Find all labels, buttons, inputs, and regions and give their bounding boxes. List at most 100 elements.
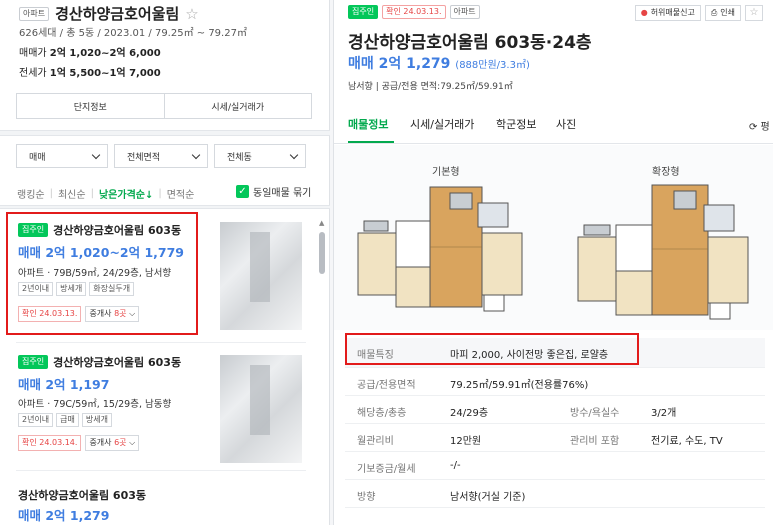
detail-badges: 집주인 확인 24.03.13. 아파트: [348, 5, 480, 19]
table-row: 해당층/총층 24/29층 방수/욕실수 3/2개: [345, 396, 765, 424]
listing-item[interactable]: 경산하양금호어울림 603동 매매 2억 1,279: [6, 472, 316, 525]
row-label: 관리비 포함: [570, 436, 620, 447]
sort-area[interactable]: 면적순: [167, 186, 195, 201]
complex-button-row: 단지정보 시세/실거래가: [16, 93, 312, 119]
table-row: 공급/전용면적 79.25㎡/59.91㎡(전용률76%): [345, 368, 765, 396]
detail-tabs: 매물정보 시세/실거래가 학군정보 사진 ⟳ 평: [334, 104, 773, 144]
owner-badge: 집주인: [18, 355, 49, 369]
print-label: 인쇄: [720, 8, 735, 17]
listing-title-row: 경산하양금호어울림 603동: [18, 487, 146, 503]
price-history-button[interactable]: 시세/실거래가: [163, 94, 312, 118]
report-label: 허위매물신고: [650, 8, 695, 17]
building-select[interactable]: 전체동: [214, 144, 306, 168]
divider: [16, 470, 306, 471]
floor-plan-basic[interactable]: [357, 186, 523, 312]
building-value: 전체동: [227, 152, 252, 163]
table-row: 방향 남서향(거실 기준): [345, 480, 765, 508]
complex-panel: 아파트 경산하양금호어울림 ☆ 626세대 / 총 5동 / 2023.01 /…: [0, 0, 330, 525]
owner-badge: 집주인: [348, 5, 379, 19]
complex-name: 경산하양금호어울림: [55, 5, 180, 23]
detail-price-value: 매매 2억 1,279: [348, 56, 451, 72]
tab-photos[interactable]: 사진: [556, 116, 576, 132]
trade-type-select[interactable]: 매매: [16, 144, 108, 168]
detail-actions: ● 허위매물신고 ⎙ 인쇄 ☆: [634, 5, 763, 21]
row-label: 방향: [357, 492, 376, 503]
row-value: 12만원: [450, 436, 482, 447]
print-button[interactable]: ⎙ 인쇄: [704, 5, 741, 21]
agent-label: 중개사: [89, 438, 115, 447]
tab-listing-info[interactable]: 매물정보: [348, 116, 388, 132]
report-button[interactable]: ● 허위매물신고: [634, 5, 701, 21]
divider: [0, 130, 330, 136]
row-value: 남서향(거실 기준): [450, 492, 526, 503]
row-value: 79.25㎡/59.91㎡(전용률76%): [450, 380, 589, 391]
row-value: -/-: [450, 460, 461, 471]
tab-price-history[interactable]: 시세/실거래가: [410, 116, 474, 132]
page: 아파트 경산하양금호어울림 ☆ 626세대 / 총 5동 / 2023.01 /…: [0, 0, 773, 525]
sort-ranking[interactable]: 랭킹순: [17, 186, 45, 201]
sort-separator: |: [90, 188, 94, 199]
same-listing-label: 동일매물 묶기: [253, 188, 312, 199]
listing-item[interactable]: 집주인 경산하양금호어울림 603동 매매 2억 1,197 아파트 · 79C…: [6, 343, 316, 471]
chevron-down-icon: ⌵: [129, 438, 136, 447]
sort-separator: |: [158, 188, 162, 199]
sale-price-label: 매매가: [19, 48, 47, 59]
checkbox-checked-icon[interactable]: ✓: [236, 185, 249, 198]
listing-title: 경산하양금호어울림 603동: [18, 489, 146, 502]
agent-count: 6곳: [114, 438, 127, 447]
row-label: 월관리비: [357, 436, 394, 447]
listing-footer: 확인 24.03.14. 중개사 6곳 ⌵: [18, 435, 140, 451]
same-listing-toggle[interactable]: ✓ 동일매물 묶기: [236, 184, 311, 199]
listing-tag: 2년이내: [18, 413, 54, 427]
confirm-date: 확인 24.03.14.: [18, 435, 82, 451]
row-label: 기보증금/월세: [357, 464, 416, 475]
highlight-box: [6, 212, 198, 335]
sort-latest[interactable]: 최신순: [58, 186, 86, 201]
trade-type-value: 매매: [29, 152, 46, 163]
listing-title: 경산하양금호어울림 603동: [53, 356, 182, 369]
floor-plan-drawings[interactable]: [334, 145, 773, 330]
table-row: 월관리비 12만원 관리비 포함 전기료, 수도, TV: [345, 424, 765, 452]
scrollbar-thumb[interactable]: [319, 232, 325, 274]
floor-plan-extended[interactable]: [577, 184, 749, 320]
listing-tag: 급매: [56, 413, 79, 427]
complex-info-button[interactable]: 단지정보: [17, 94, 164, 118]
printer-icon: ⎙: [710, 8, 718, 17]
price-per-area: (888만원/3.3㎡): [455, 60, 530, 71]
tab-school-info[interactable]: 학군정보: [496, 116, 536, 132]
listing-price: 매매 2억 1,197: [18, 377, 110, 392]
detail-price: 매매 2억 1,279 (888만원/3.3㎡): [348, 53, 530, 73]
detail-summary: 남서향 | 공급/전용 면적:79.25㎡/59.91㎡: [348, 82, 513, 92]
filter-row: 매매 전체면적 전체동: [16, 144, 306, 168]
detail-title: 경산하양금호어울림 603동·24층: [348, 33, 592, 53]
favorite-star-icon[interactable]: ☆: [185, 5, 198, 23]
row-value: 24/29층: [450, 408, 489, 419]
row-value: 3/2개: [651, 408, 677, 419]
sale-price-value: 2억 1,020~2억 6,000: [49, 48, 161, 59]
table-row: 기보증금/월세 -/-: [345, 452, 765, 480]
listing-photo[interactable]: [220, 222, 302, 330]
favorite-star-icon[interactable]: ☆: [745, 5, 763, 21]
chevron-down-icon: [289, 150, 299, 159]
listing-detail-panel: 집주인 확인 24.03.13. 아파트 ● 허위매물신고 ⎙ 인쇄 ☆ 경산하양금…: [333, 0, 773, 525]
row-label: 방수/욕실수: [570, 408, 620, 419]
area-select[interactable]: 전체면적: [114, 144, 208, 168]
row-label: 해당층/총층: [357, 408, 407, 419]
apt-type-tag: 아파트: [19, 6, 50, 21]
listing-tags: 2년이내 급매 방세개: [18, 413, 112, 427]
listing-title-row: 집주인 경산하양금호어울림 603동: [18, 354, 181, 370]
agent-count-button[interactable]: 중개사 6곳 ⌵: [85, 435, 140, 451]
listing-photo[interactable]: [220, 355, 302, 463]
sort-row: 랭킹순 | 최신순 | 낮은가격순↓ | 면적순: [17, 186, 194, 201]
chevron-down-icon: [91, 150, 101, 159]
listing-price: 매매 2억 1,279: [18, 508, 110, 523]
scroll-up-icon[interactable]: ▲: [319, 219, 324, 227]
rent-price-value: 1억 5,500~1억 7,000: [49, 68, 161, 79]
area-value: 전체면적: [127, 152, 161, 163]
active-tab-indicator: [348, 141, 394, 143]
listing-info: 아파트 · 79C/59㎡, 15/29층, 남동향: [18, 399, 172, 410]
floor-plans: 기본형 확장형: [334, 145, 773, 330]
refresh-button[interactable]: ⟳ 평: [749, 118, 770, 133]
sale-price-line: 매매가 2억 1,020~2억 6,000: [19, 44, 161, 59]
sort-low-price[interactable]: 낮은가격순↓: [99, 186, 153, 201]
